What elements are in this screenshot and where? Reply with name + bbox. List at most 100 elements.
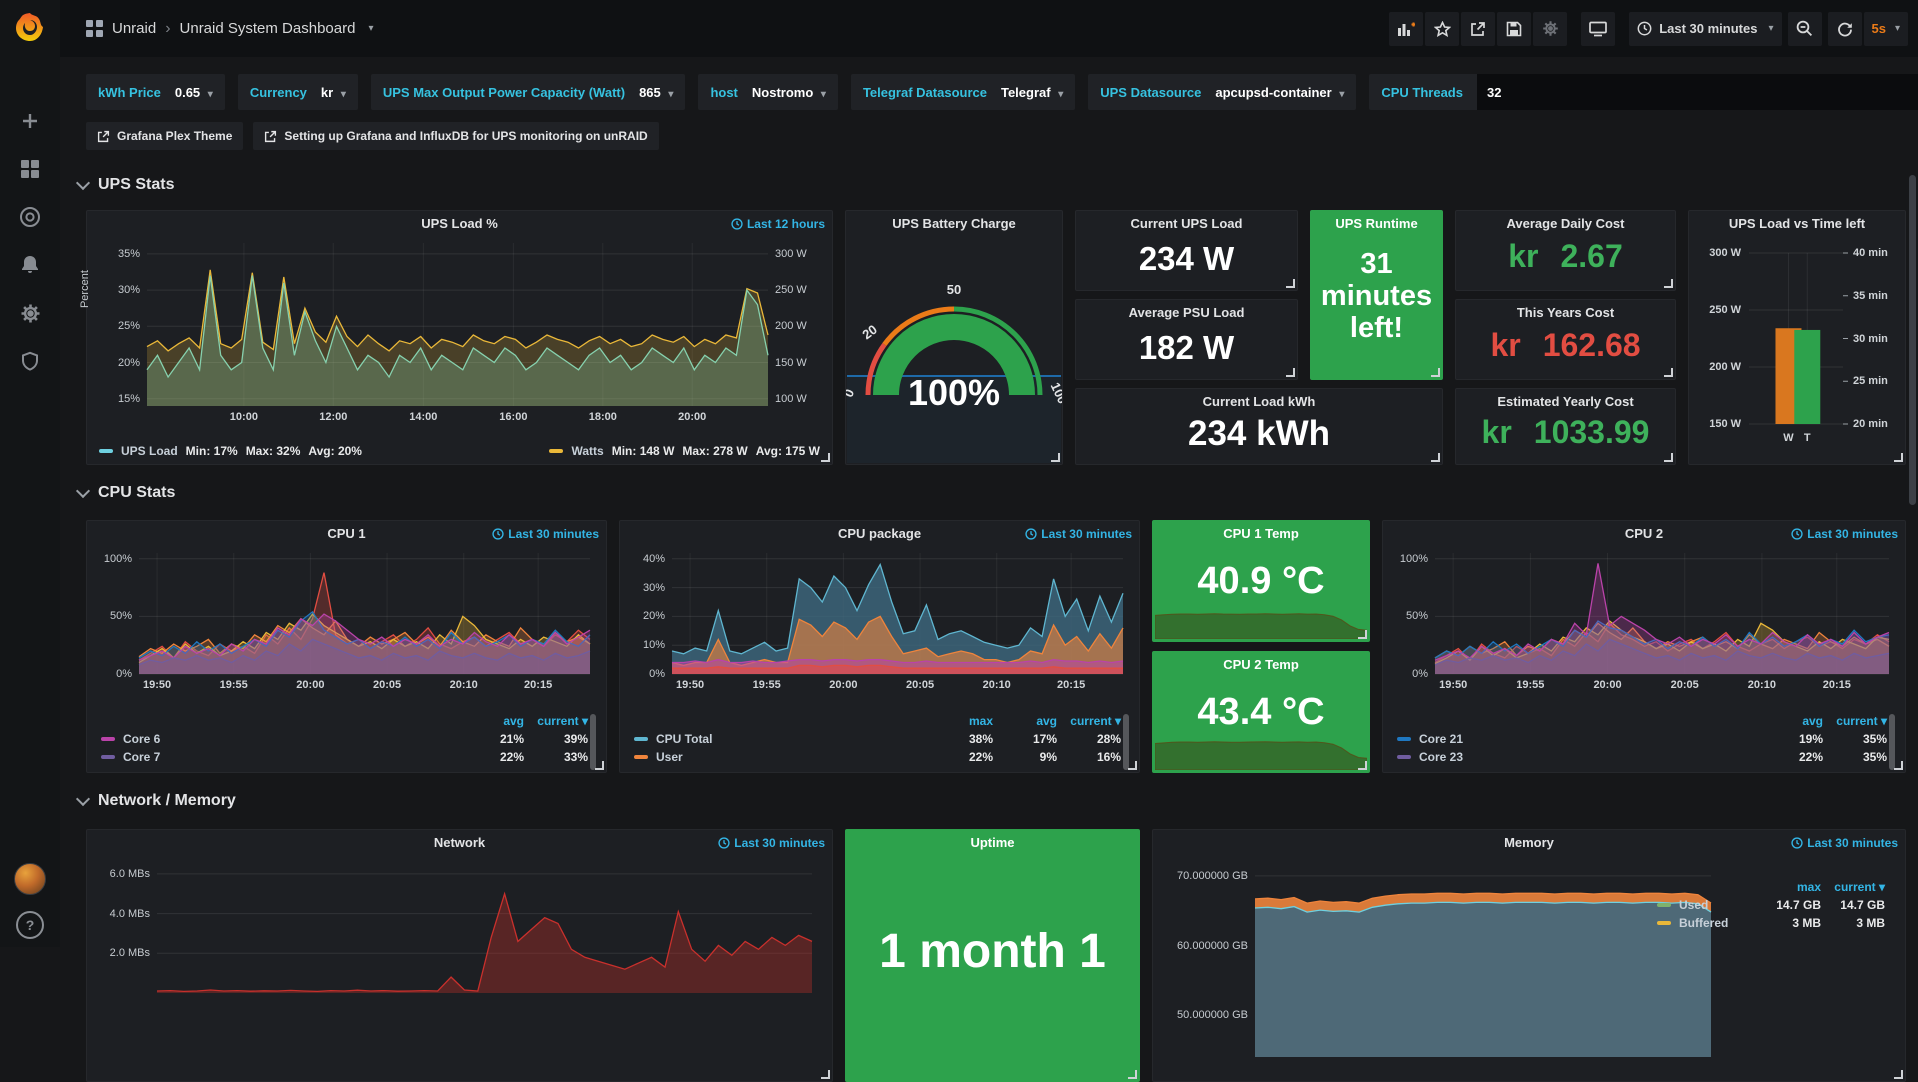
panel-time-link[interactable]: Last 30 minutes [718,836,825,850]
panel-title[interactable]: Average Daily Cost [1456,216,1675,231]
dashboards-icon[interactable] [17,156,43,182]
legend-series-name[interactable]: Buffered [1657,914,1759,932]
section-network-memory[interactable]: Network / Memory [78,792,236,810]
create-plus-icon[interactable] [17,108,43,134]
ups-bar-chart[interactable]: 150 W200 W250 W300 W20 min25 min30 min35… [1693,239,1901,458]
panel-resize-handle[interactable] [1664,453,1673,462]
admin-shield-icon[interactable] [17,348,43,374]
panel-resize-handle[interactable] [1664,368,1673,377]
apps-grid-icon[interactable] [86,20,103,37]
variable-value[interactable]: 865 ▾ [639,85,673,100]
panel-time-link[interactable]: Last 12 hours [731,217,825,231]
panel-time-link[interactable]: Last 30 minutes [492,527,599,541]
network-graph[interactable]: 2.0 MBs4.0 MBs6.0 MBs [93,856,826,1015]
refresh-interval-dropdown[interactable]: 5s ▾ [1864,12,1909,46]
panel-resize-handle[interactable] [1894,1070,1903,1079]
panel-title[interactable]: UPS Load % [87,216,832,231]
panel-resize-handle[interactable] [1286,279,1295,288]
panel-time-link[interactable]: Last 30 minutes [1025,527,1132,541]
configuration-gear-icon[interactable] [17,300,43,326]
panel-resize-handle[interactable] [595,761,604,770]
section-ups-stats[interactable]: UPS Stats [78,176,174,194]
tv-cycle-button[interactable] [1581,12,1615,46]
variable-value[interactable]: Telegraf ▾ [1001,85,1063,100]
panel-resize-handle[interactable] [1431,453,1440,462]
ups-load-graph[interactable]: 10:0012:0014:0016:0018:0020:0015%20%25%3… [93,237,826,428]
legend-column-header[interactable]: current ▾ [1823,878,1887,896]
cpu1-graph[interactable]: 19:5019:5520:0020:0520:1020:150%50%100% [93,547,600,696]
panel-title[interactable]: UPS Battery Charge [846,216,1062,231]
cpu2-graph[interactable]: 19:5019:5520:0020:0520:1020:150%50%100% [1389,547,1899,696]
legend-series-name[interactable]: Core 6 [101,730,462,748]
cpu-threads-input[interactable] [1477,74,1918,110]
section-cpu-stats[interactable]: CPU Stats [78,484,175,502]
alerting-bell-icon[interactable] [17,252,43,278]
panel-resize-handle[interactable] [1051,453,1060,462]
panel-title[interactable]: Current UPS Load [1076,216,1297,231]
panel-resize-handle[interactable] [1358,630,1367,639]
explore-compass-icon[interactable] [17,204,43,230]
link-grafana-plex-theme[interactable]: Grafana Plex Theme [86,122,243,150]
time-range-picker[interactable]: Last 30 minutes ▾ [1629,12,1781,46]
link-ups-monitoring-guide[interactable]: Setting up Grafana and InfluxDB for UPS … [253,122,658,150]
legend-column-header[interactable]: max [1759,878,1823,896]
panel-resize-handle[interactable] [821,453,830,462]
panel-resize-handle[interactable] [1286,368,1295,377]
legend-column-header[interactable]: avg [995,712,1059,730]
panel-time-link[interactable]: Last 30 minutes [1791,527,1898,541]
legend-column-header[interactable]: max [931,712,995,730]
panel-resize-handle[interactable] [1431,368,1440,377]
variable-value[interactable]: kr ▾ [321,85,346,100]
panel-resize-handle[interactable] [1128,1070,1137,1079]
user-avatar[interactable] [14,863,46,895]
variable-ups-datasource[interactable]: UPS Datasource apcupsd-container ▾ [1088,74,1356,110]
legend-column-header[interactable]: current ▾ [1825,712,1889,730]
page-scrollbar[interactable] [1909,175,1916,505]
breadcrumb-dashboard-title[interactable]: Unraid System Dashboard [180,20,356,37]
panel-title[interactable]: CPU 2 Temp [1153,657,1369,672]
panel-title[interactable]: Current Load kWh [1076,394,1442,409]
legend-series-name[interactable]: Core 21 [1397,730,1761,748]
panel-time-link[interactable]: Last 30 minutes [1791,836,1898,850]
legend-column-header[interactable]: current ▾ [526,712,590,730]
panel-title[interactable]: UPS Load vs Time left [1689,216,1905,231]
grafana-logo[interactable] [0,0,60,56]
legend-series-name[interactable]: Core 7 [101,748,462,766]
legend-series-name[interactable]: Watts [571,444,603,458]
panel-resize-handle[interactable] [1128,761,1137,770]
variable-host[interactable]: host Nostromo ▾ [698,74,838,110]
dashboard-caret-icon[interactable]: ▾ [368,23,373,34]
memory-graph[interactable]: 50.000000 GB60.000000 GB70.000000 GB [1159,856,1719,1071]
panel-title[interactable]: Average PSU Load [1076,305,1297,320]
panel-resize-handle[interactable] [1664,279,1673,288]
cpu-package-graph[interactable]: 19:5019:5520:0020:0520:1020:150%10%20%30… [626,547,1133,696]
legend-series-name[interactable]: User [634,748,931,766]
breadcrumb-folder[interactable]: Unraid [112,20,156,37]
panel-resize-handle[interactable] [1894,761,1903,770]
variable-value[interactable]: apcupsd-container ▾ [1215,85,1344,100]
refresh-button[interactable] [1828,12,1862,46]
variable-currency[interactable]: Currency kr ▾ [238,74,358,110]
variable-kwh-price[interactable]: kWh Price 0.65 ▾ [86,74,225,110]
panel-title[interactable]: Uptime [846,835,1139,850]
save-button[interactable] [1497,12,1531,46]
panel-title[interactable]: This Years Cost [1456,305,1675,320]
variable-telegraf-datasource[interactable]: Telegraf Datasource Telegraf ▾ [851,74,1075,110]
add-panel-button[interactable] [1389,12,1423,46]
settings-gear-button[interactable] [1533,12,1567,46]
legend-series-name[interactable]: Core 23 [1397,748,1761,766]
legend-column-header[interactable]: current ▾ [1059,712,1123,730]
variable-value[interactable]: 0.65 ▾ [175,85,213,100]
panel-title[interactable]: CPU 1 Temp [1153,526,1369,541]
panel-title[interactable]: UPS Runtime [1311,216,1442,231]
variable-ups-max-output[interactable]: UPS Max Output Power Capacity (Watt) 865… [371,74,686,110]
panel-title[interactable]: Estimated Yearly Cost [1456,394,1675,409]
help-icon[interactable]: ? [16,911,44,939]
legend-column-header[interactable]: avg [1761,712,1825,730]
panel-resize-handle[interactable] [1894,453,1903,462]
zoom-out-button[interactable] [1788,12,1822,46]
star-button[interactable] [1425,12,1459,46]
panel-resize-handle[interactable] [821,1070,830,1079]
legend-column-header[interactable]: avg [462,712,526,730]
legend-series-name[interactable]: CPU Total [634,730,931,748]
